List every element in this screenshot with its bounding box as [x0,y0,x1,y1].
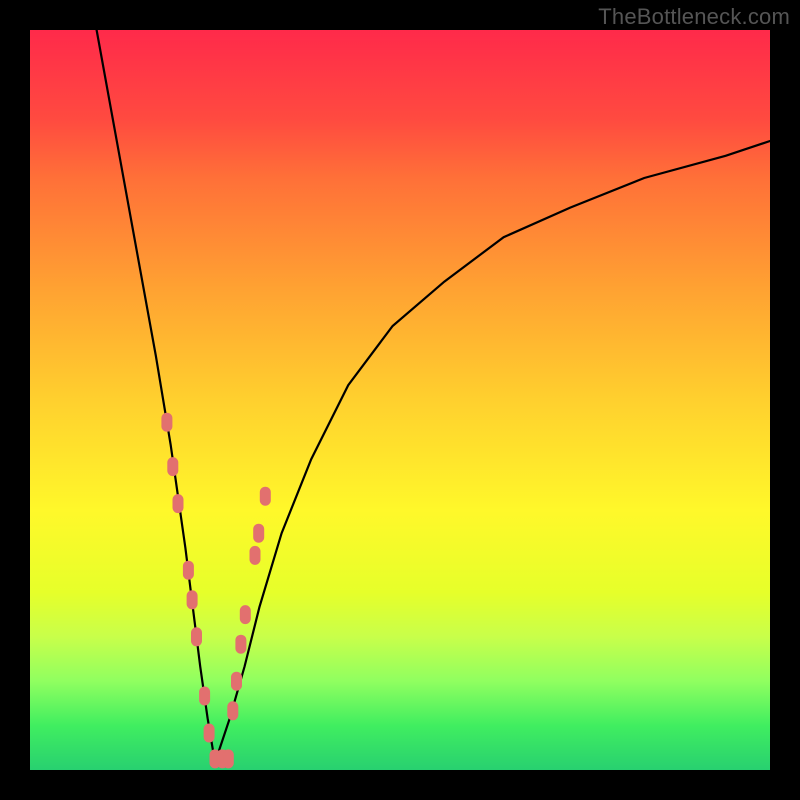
bead-point [236,635,246,653]
bead-point [192,628,202,646]
bead-point [223,750,233,768]
bead-point [240,606,250,624]
bead-point [183,561,193,579]
bead-point [260,487,270,505]
plot-area [30,30,770,770]
bead-point [250,546,260,564]
watermark-text: TheBottleneck.com [598,4,790,30]
curve-left-branch [97,30,215,763]
bead-point [232,672,242,690]
bead-point [200,687,210,705]
bead-group [162,413,270,768]
bead-point [187,591,197,609]
bead-point [204,724,214,742]
bead-point [254,524,264,542]
outer-frame: TheBottleneck.com [0,0,800,800]
bead-point [173,495,183,513]
bead-point [168,458,178,476]
bead-point [228,702,238,720]
bead-point [162,413,172,431]
curve-right-branch [215,141,770,763]
curve-layer [30,30,770,770]
